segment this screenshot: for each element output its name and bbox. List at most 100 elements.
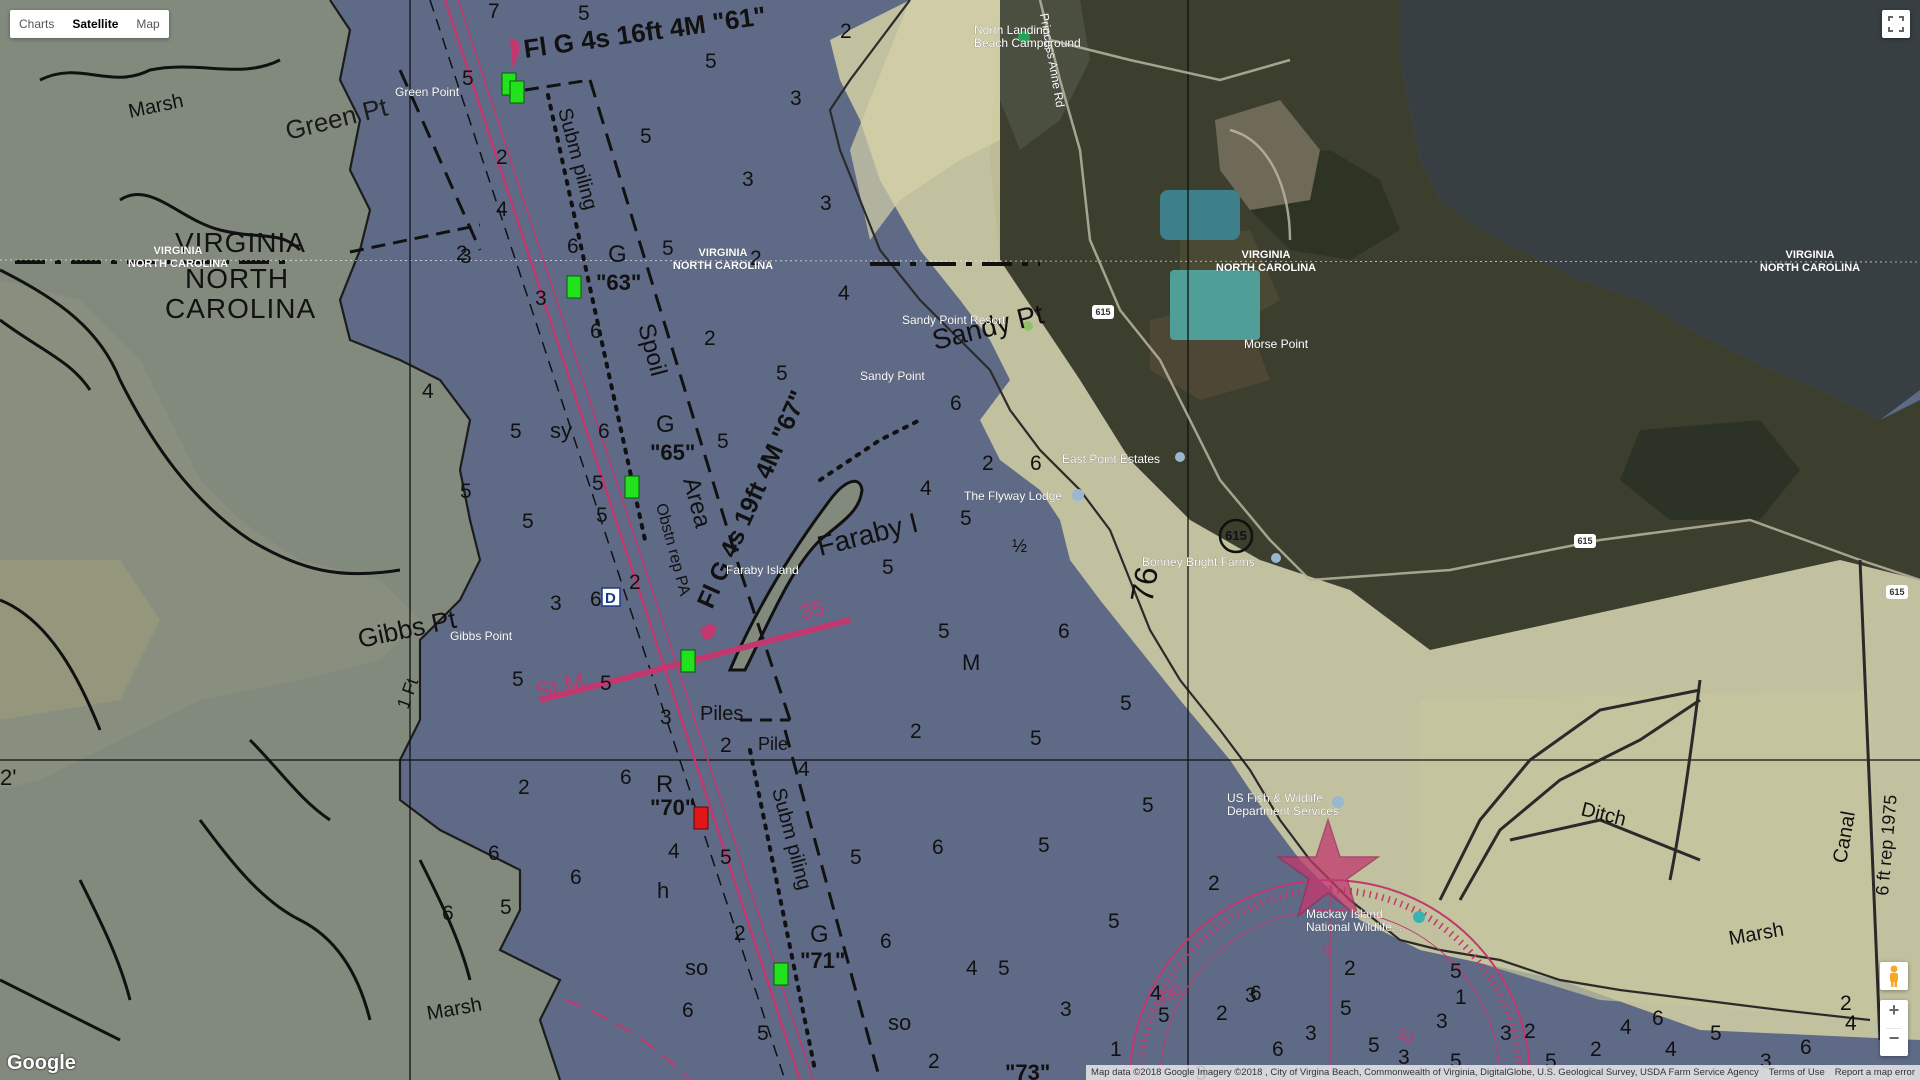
sounding-40: 5 [512,668,524,691]
sounding-96: 4 [1150,982,1162,1005]
sounding-9: 3 [742,168,754,191]
sounding-66: 6 [682,999,694,1022]
sounding-0: 7 [488,0,500,23]
green-buoy-71[interactable] [773,962,789,986]
sounding-76: 6 [1652,1007,1664,1030]
sounding-50: 5 [1142,794,1154,817]
place-label-usfws[interactable]: US Fish & Wildlife Department Services [1227,791,1339,818]
sounding-28: 4 [920,477,932,500]
map-type-charts-tab[interactable]: Charts [10,10,63,38]
sounding-17: 6 [590,320,602,343]
place-label-flyway-lodge[interactable]: The Flyway Lodge [964,489,1063,503]
sounding-23: 6 [598,420,610,443]
red-buoy-70[interactable] [693,806,709,830]
route-615d-label: 615 [1225,528,1247,543]
sounding-75: 2 [1524,1020,1536,1043]
place-label-sandy-point-resort[interactable]: Sandy Point Resort [902,313,1006,327]
place-label-bonney-bright[interactable]: Bonney Bright Farms [1142,555,1255,569]
sounding-52: 5 [1038,834,1050,857]
terms-of-use-link[interactable]: Terms of Use [1764,1065,1830,1080]
so-1-label: so [685,955,708,980]
sounding-41: 5 [600,672,612,695]
sounding-25: 6 [950,392,962,415]
sounding-93: 6 [1800,1036,1812,1059]
mark-2-label: 2' [0,765,16,790]
sounding-74: 3 [1436,1010,1448,1033]
sounding-48: 6 [620,766,632,789]
sounding-35: 5 [882,556,894,579]
lodge-icon[interactable] [1072,489,1084,501]
sounding-13: 5 [662,237,674,260]
compass-0-label: 0 [1322,943,1331,960]
sounding-8: 4 [496,198,508,221]
route-615a-label: 615 [1095,307,1110,317]
sounding-7: 5 [640,125,652,148]
sounding-26: 5 [460,480,472,503]
sounding-55: 5 [720,846,732,869]
estates-icon[interactable] [1175,452,1185,462]
map-type-satellite-tab[interactable]: Satellite [63,10,127,38]
sounding-54: 6 [488,842,500,865]
zoom-out-button[interactable]: − [1880,1028,1908,1056]
half-label: ½ [1012,536,1027,556]
pegman-icon [1890,965,1898,987]
sounding-37: 5 [596,504,608,527]
sounding-86: 2 [1216,1002,1228,1025]
piles-label: Piles [700,703,743,725]
g65-g-label: G [656,411,675,438]
sounding-56: 5 [850,846,862,869]
place-label-gibbs-point[interactable]: Gibbs Point [450,629,513,643]
green-buoy-63[interactable] [566,275,582,299]
sounding-1: 5 [578,2,590,25]
fullscreen-icon [1888,16,1904,32]
pile-label: Pile [758,734,788,754]
sounding-58: 2 [1208,872,1220,895]
refuge-icon[interactable] [1413,911,1425,923]
sounding-89: 4 [1620,1016,1632,1039]
green-buoy-65[interactable] [624,475,640,499]
street-view-pegman-button[interactable] [1880,962,1908,990]
sounding-44: 5 [1030,727,1042,750]
sounding-38: 5 [938,620,950,643]
r70-label: "70" [650,795,695,820]
place-label-morse-point[interactable]: Morse Point [1244,337,1309,351]
sounding-43: 2 [910,720,922,743]
sounding-49: 2 [518,776,530,799]
zoom-in-button[interactable]: + [1880,1000,1908,1028]
sounding-16: 3 [535,287,547,310]
sounding-82: 5 [1368,1034,1380,1057]
map-type-map-tab[interactable]: Map [127,10,168,38]
sounding-31: 6 [1030,452,1042,475]
sounding-39: 6 [1058,620,1070,643]
g65-label: "65" [650,440,695,465]
report-map-error-link[interactable]: Report a map error [1830,1065,1920,1080]
g71-g-label: G [810,921,829,948]
sounding-46: 5 [1120,692,1132,715]
sy-label: sy [550,418,572,443]
place-label-sandy-point[interactable]: Sandy Point [860,369,926,383]
farms-icon[interactable] [1271,553,1281,563]
sounding-83: 6 [1272,1038,1284,1061]
sounding-99: 2 [1840,992,1852,1015]
so-2-label: so [888,1010,911,1035]
zoom-divider [1886,1028,1902,1029]
place-label-faraby-island[interactable]: Faraby Island [726,563,799,577]
sounding-64: 4 [966,957,978,980]
green-buoy-67[interactable] [680,649,696,673]
sounding-90: 3 [1500,1022,1512,1045]
sounding-3: 5 [462,67,474,90]
sounding-34: 2 [629,571,641,594]
place-label-green-point[interactable]: Green Point [395,85,460,99]
fullscreen-button[interactable] [1882,10,1910,38]
sounding-21: 4 [422,380,434,403]
sounding-67: 5 [757,1022,769,1045]
sounding-12: 6 [567,235,579,258]
sounding-69: 5 [1158,1004,1170,1027]
r70-r-label: R [656,771,673,798]
green-buoy-61b[interactable] [509,80,525,104]
place-label-east-point-estates[interactable]: East Point Estates [1062,452,1160,466]
sounding-73: 6 [1250,982,1262,1005]
map-canvas[interactable]: 615 615 615 615 Fl G 4s 16ft 4M "61" Fl … [0,0,1920,1080]
attribution-bar: Map data ©2018 Google Imagery ©2018 , Ci… [1086,1065,1920,1080]
sounding-15: 3 [460,245,472,268]
